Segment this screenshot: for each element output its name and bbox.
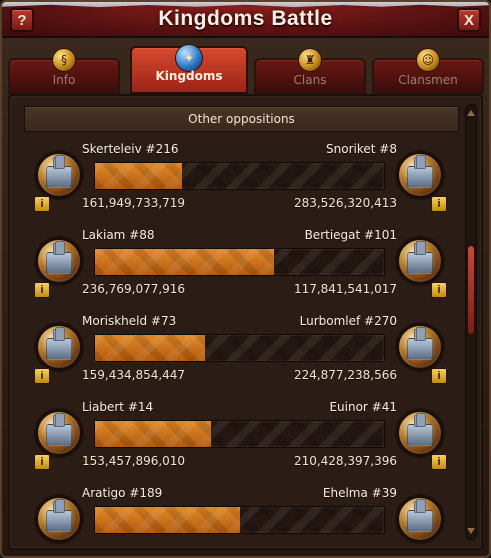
kingdom-avatar-right: [397, 324, 443, 370]
battle-progress-bar: [94, 506, 385, 534]
left-info-button[interactable]: i: [34, 282, 50, 298]
right-kingdom-name: Lurbomlef #270: [299, 314, 397, 328]
castle-icon: [46, 413, 72, 446]
left-kingdom-name: Aratigo #189: [82, 486, 163, 500]
tab-clans[interactable]: ♜ Clans: [254, 48, 366, 94]
kingdom-avatar-left: [36, 238, 82, 284]
castle-icon: [407, 327, 433, 360]
close-button[interactable]: X: [457, 8, 481, 32]
battle-progress-bar: [94, 420, 385, 448]
battle-progress-fill: [95, 421, 211, 447]
right-score: 117,841,541,017: [293, 282, 397, 296]
right-score: 210,428,397,396: [293, 454, 397, 468]
battle-progress-fill: [95, 163, 182, 189]
battle-list: Skerteleiv #216 Snoriket #8 i 161,949,73…: [22, 142, 457, 548]
battle-progress-bar: [94, 248, 385, 276]
battle-progress-bar: [94, 162, 385, 190]
battle-row: Lakiam #88 Bertiegat #101 i 236,769,077,…: [22, 228, 457, 304]
kingdom-avatar-right: [397, 152, 443, 198]
tab-kingdoms-label: Kingdoms: [155, 69, 223, 83]
left-info-button[interactable]: i: [34, 454, 50, 470]
left-score: 236,769,077,916: [82, 282, 186, 296]
right-kingdom-name: Bertiegat #101: [304, 228, 397, 242]
right-info-button[interactable]: i: [431, 368, 447, 384]
battle-progress-bar: [94, 334, 385, 362]
kingdom-avatar-left: [36, 496, 82, 542]
castle-icon: [407, 155, 433, 188]
tab-kingdoms[interactable]: ✦ Kingdoms: [130, 44, 248, 94]
kingdom-avatar-right: [397, 496, 443, 542]
right-kingdom-name: Euinor #41: [329, 400, 397, 414]
battle-row: Aratigo #189 Ehelma #39 i i: [22, 486, 457, 548]
left-score: 153,457,896,010: [82, 454, 186, 468]
right-info-button[interactable]: i: [431, 454, 447, 470]
battle-progress-fill: [95, 335, 205, 361]
kingdom-avatar-left: [36, 324, 82, 370]
left-score: 159,434,854,447: [82, 368, 186, 382]
right-kingdom-name: Snoriket #8: [326, 142, 397, 156]
info-scroll-icon: §: [52, 48, 76, 72]
title-bar: ? Kingdoms Battle X: [2, 2, 489, 38]
left-info-button[interactable]: i: [34, 196, 50, 212]
kingdom-avatar-right: [397, 238, 443, 284]
tab-clansmen[interactable]: ☺ Clansmen: [372, 48, 484, 94]
right-info-button[interactable]: i: [431, 196, 447, 212]
left-kingdom-name: Moriskheld #73: [82, 314, 177, 328]
scroll-down-arrow-icon[interactable]: [467, 528, 475, 536]
left-score: 161,949,733,719: [82, 196, 186, 210]
section-title: Other oppositions: [188, 112, 295, 126]
left-kingdom-name: Lakiam #88: [82, 228, 155, 242]
kingdom-avatar-left: [36, 152, 82, 198]
left-info-button[interactable]: i: [34, 368, 50, 384]
right-score: 224,877,238,566: [293, 368, 397, 382]
window-title: Kingdoms Battle: [158, 7, 333, 30]
tab-clans-label: Clans: [293, 73, 327, 87]
castle-icon: [407, 499, 433, 532]
castle-icon: [407, 413, 433, 446]
section-header: Other oppositions: [24, 106, 459, 132]
left-kingdom-name: Liabert #14: [82, 400, 154, 414]
castle-icon: [46, 327, 72, 360]
battle-row: Skerteleiv #216 Snoriket #8 i 161,949,73…: [22, 142, 457, 218]
tab-bar: § Info ✦ Kingdoms ♜ Clans ☺ Clansmen: [8, 44, 484, 98]
right-info-button[interactable]: i: [431, 282, 447, 298]
right-kingdom-name: Ehelma #39: [322, 486, 397, 500]
scroll-up-arrow-icon[interactable]: [467, 108, 475, 116]
kingdom-avatar-left: [36, 410, 82, 456]
vertical-scrollbar[interactable]: [465, 104, 477, 540]
clan-icon: ♜: [298, 48, 322, 72]
battle-progress-fill: [95, 249, 275, 275]
tab-info[interactable]: § Info: [8, 48, 120, 94]
castle-icon: [407, 241, 433, 274]
battle-progress-fill: [95, 507, 240, 533]
castle-icon: [46, 499, 72, 532]
right-score: 283,526,320,413: [293, 196, 397, 210]
content-panel: Other oppositions Skerteleiv #216 Snorik…: [8, 94, 483, 550]
clansmen-icon: ☺: [416, 48, 440, 72]
castle-icon: [46, 241, 72, 274]
tab-clansmen-label: Clansmen: [398, 73, 458, 87]
scrollbar-thumb[interactable]: [467, 245, 475, 335]
kingdoms-battle-window: ? Kingdoms Battle X § Info ✦ Kingdoms ♜ …: [0, 0, 491, 558]
tab-info-label: Info: [52, 73, 76, 87]
kingdom-avatar-right: [397, 410, 443, 456]
battle-row: Liabert #14 Euinor #41 i 153,457,896,010…: [22, 400, 457, 476]
battle-row: Moriskheld #73 Lurbomlef #270 i 159,434,…: [22, 314, 457, 390]
kingdom-globe-icon: ✦: [175, 44, 203, 72]
left-kingdom-name: Skerteleiv #216: [82, 142, 179, 156]
castle-icon: [46, 155, 72, 188]
